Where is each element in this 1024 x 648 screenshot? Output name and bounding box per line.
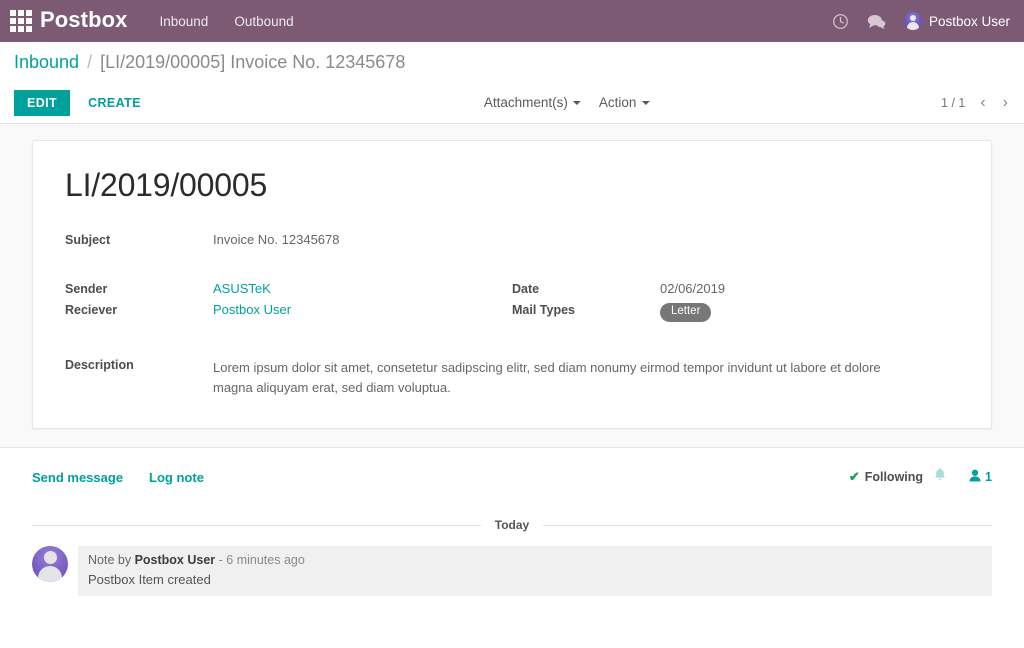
field-reciever: Reciever Postbox User xyxy=(65,302,512,317)
following-button[interactable]: ✔ Following xyxy=(849,467,947,487)
field-value-sender[interactable]: ASUSTeK xyxy=(213,281,271,296)
date-separator-label: Today xyxy=(494,518,530,533)
followers-area: ✔ Following 1 xyxy=(849,467,992,487)
log-note-button[interactable]: Log note xyxy=(149,470,204,485)
status-badge[interactable]: Letter xyxy=(660,303,712,322)
field-label-subject: Subject xyxy=(65,233,111,247)
top-navbar: Postbox Inbound Outbound Postbox User xyxy=(0,0,1024,42)
form-sheet: LI/2019/00005 Subject Invoice No. 123456… xyxy=(32,140,992,430)
field-spacer xyxy=(65,253,959,281)
chatter-toolbar: Send message Log note ✔ Following 1 xyxy=(32,462,992,492)
create-button[interactable]: CREATE xyxy=(76,90,153,116)
field-value-subject: Invoice No. 12345678 xyxy=(213,232,340,247)
message-body: Note by Postbox User - 6 minutes ago Pos… xyxy=(78,546,992,597)
pager-count: 1 / 1 xyxy=(941,95,966,110)
field-description: Description Lorem ipsum dolor sit amet, … xyxy=(65,358,959,398)
form-sheet-container: LI/2019/00005 Subject Invoice No. 123456… xyxy=(0,124,1024,430)
main-menu: Inbound Outbound xyxy=(158,10,296,33)
clock-icon[interactable] xyxy=(832,13,849,30)
menu-item-inbound[interactable]: Inbound xyxy=(158,10,211,33)
page-title: LI/2019/00005 xyxy=(65,167,268,203)
field-subject: Subject Invoice No. 12345678 xyxy=(65,232,959,247)
user-name-label: Postbox User xyxy=(928,13,1010,29)
follower-count-label: 1 xyxy=(985,470,992,485)
avatar xyxy=(32,546,68,583)
field-value-description: Lorem ipsum dolor sit amet, consetetur s… xyxy=(213,359,881,395)
person-icon xyxy=(969,469,981,485)
edit-button[interactable]: EDIT xyxy=(14,89,71,116)
field-label-sender: Sender xyxy=(65,282,108,296)
attachments-label: Attachment(s) xyxy=(483,95,568,110)
avatar xyxy=(903,12,922,30)
action-label: Action xyxy=(598,95,637,110)
field-label-mail-types: Mail Types xyxy=(512,303,575,317)
pager: 1 / 1 ‹ › xyxy=(941,94,1010,111)
field-column-right: Date 02/06/2019 Mail Types Letter xyxy=(512,281,959,328)
field-label-reciever: Reciever xyxy=(65,303,118,317)
message-author: Postbox User xyxy=(134,553,216,568)
message-timestamp: - 6 minutes ago xyxy=(218,553,305,568)
bell-icon[interactable] xyxy=(933,467,947,487)
chevron-right-icon[interactable]: › xyxy=(1001,94,1010,111)
field-label-description: Description xyxy=(65,357,134,372)
message-prefix: Note by xyxy=(88,553,132,568)
field-label-date: Date xyxy=(512,282,540,296)
action-dropdown[interactable]: Action xyxy=(599,95,650,110)
field-value-date: 02/06/2019 xyxy=(660,281,726,296)
message-text: Postbox Item created xyxy=(88,572,211,588)
chat-bubble-icon[interactable] xyxy=(867,13,886,30)
menu-item-outbound[interactable]: Outbound xyxy=(232,10,295,33)
following-label: Following xyxy=(864,470,924,485)
breadcrumb: Inbound / [LI/2019/00005] Invoice No. 12… xyxy=(0,42,1024,82)
separator-line-right xyxy=(543,524,993,526)
message-header: Note by Postbox User - 6 minutes ago xyxy=(88,553,982,567)
field-value-mail-types: Letter xyxy=(660,302,712,322)
brand-title[interactable]: Postbox xyxy=(40,7,128,35)
apps-grid-icon[interactable] xyxy=(8,8,34,34)
application-window: Postbox Inbound Outbound Postbox User In… xyxy=(0,0,1024,648)
check-icon: ✔ xyxy=(848,469,860,485)
navbar-right-tools: Postbox User xyxy=(832,0,1010,42)
date-separator: Today xyxy=(32,518,993,533)
chevron-down-icon xyxy=(572,100,581,105)
field-value-reciever[interactable]: Postbox User xyxy=(213,302,291,317)
field-date: Date 02/06/2019 xyxy=(512,281,959,296)
field-mail-types: Mail Types Letter xyxy=(512,302,959,322)
list-item: Note by Postbox User - 6 minutes ago Pos… xyxy=(32,546,992,597)
breadcrumb-current: [LI/2019/00005] Invoice No. 12345678 xyxy=(100,51,406,72)
field-group: Sender ASUSTeK Reciever Postbox User Dat… xyxy=(65,281,959,328)
chevron-left-icon[interactable]: ‹ xyxy=(978,94,987,111)
field-column-left: Sender ASUSTeK Reciever Postbox User xyxy=(65,281,512,328)
separator-line-left xyxy=(32,524,481,526)
control-panel-dropdowns: Attachment(s) Action xyxy=(484,95,650,110)
breadcrumb-separator: / xyxy=(87,51,93,72)
field-sender: Sender ASUSTeK xyxy=(65,281,512,296)
attachments-dropdown[interactable]: Attachment(s) xyxy=(484,95,581,110)
follower-count-button[interactable]: 1 xyxy=(969,469,992,485)
chatter: Send message Log note ✔ Following 1 Toda… xyxy=(0,447,1024,648)
breadcrumb-root[interactable]: Inbound xyxy=(14,52,79,73)
user-menu[interactable]: Postbox User xyxy=(903,12,1010,30)
send-message-button[interactable]: Send message xyxy=(32,470,123,485)
control-panel: EDIT CREATE Attachment(s) Action 1 / 1 ‹… xyxy=(0,82,1024,124)
chevron-down-icon xyxy=(641,100,650,105)
